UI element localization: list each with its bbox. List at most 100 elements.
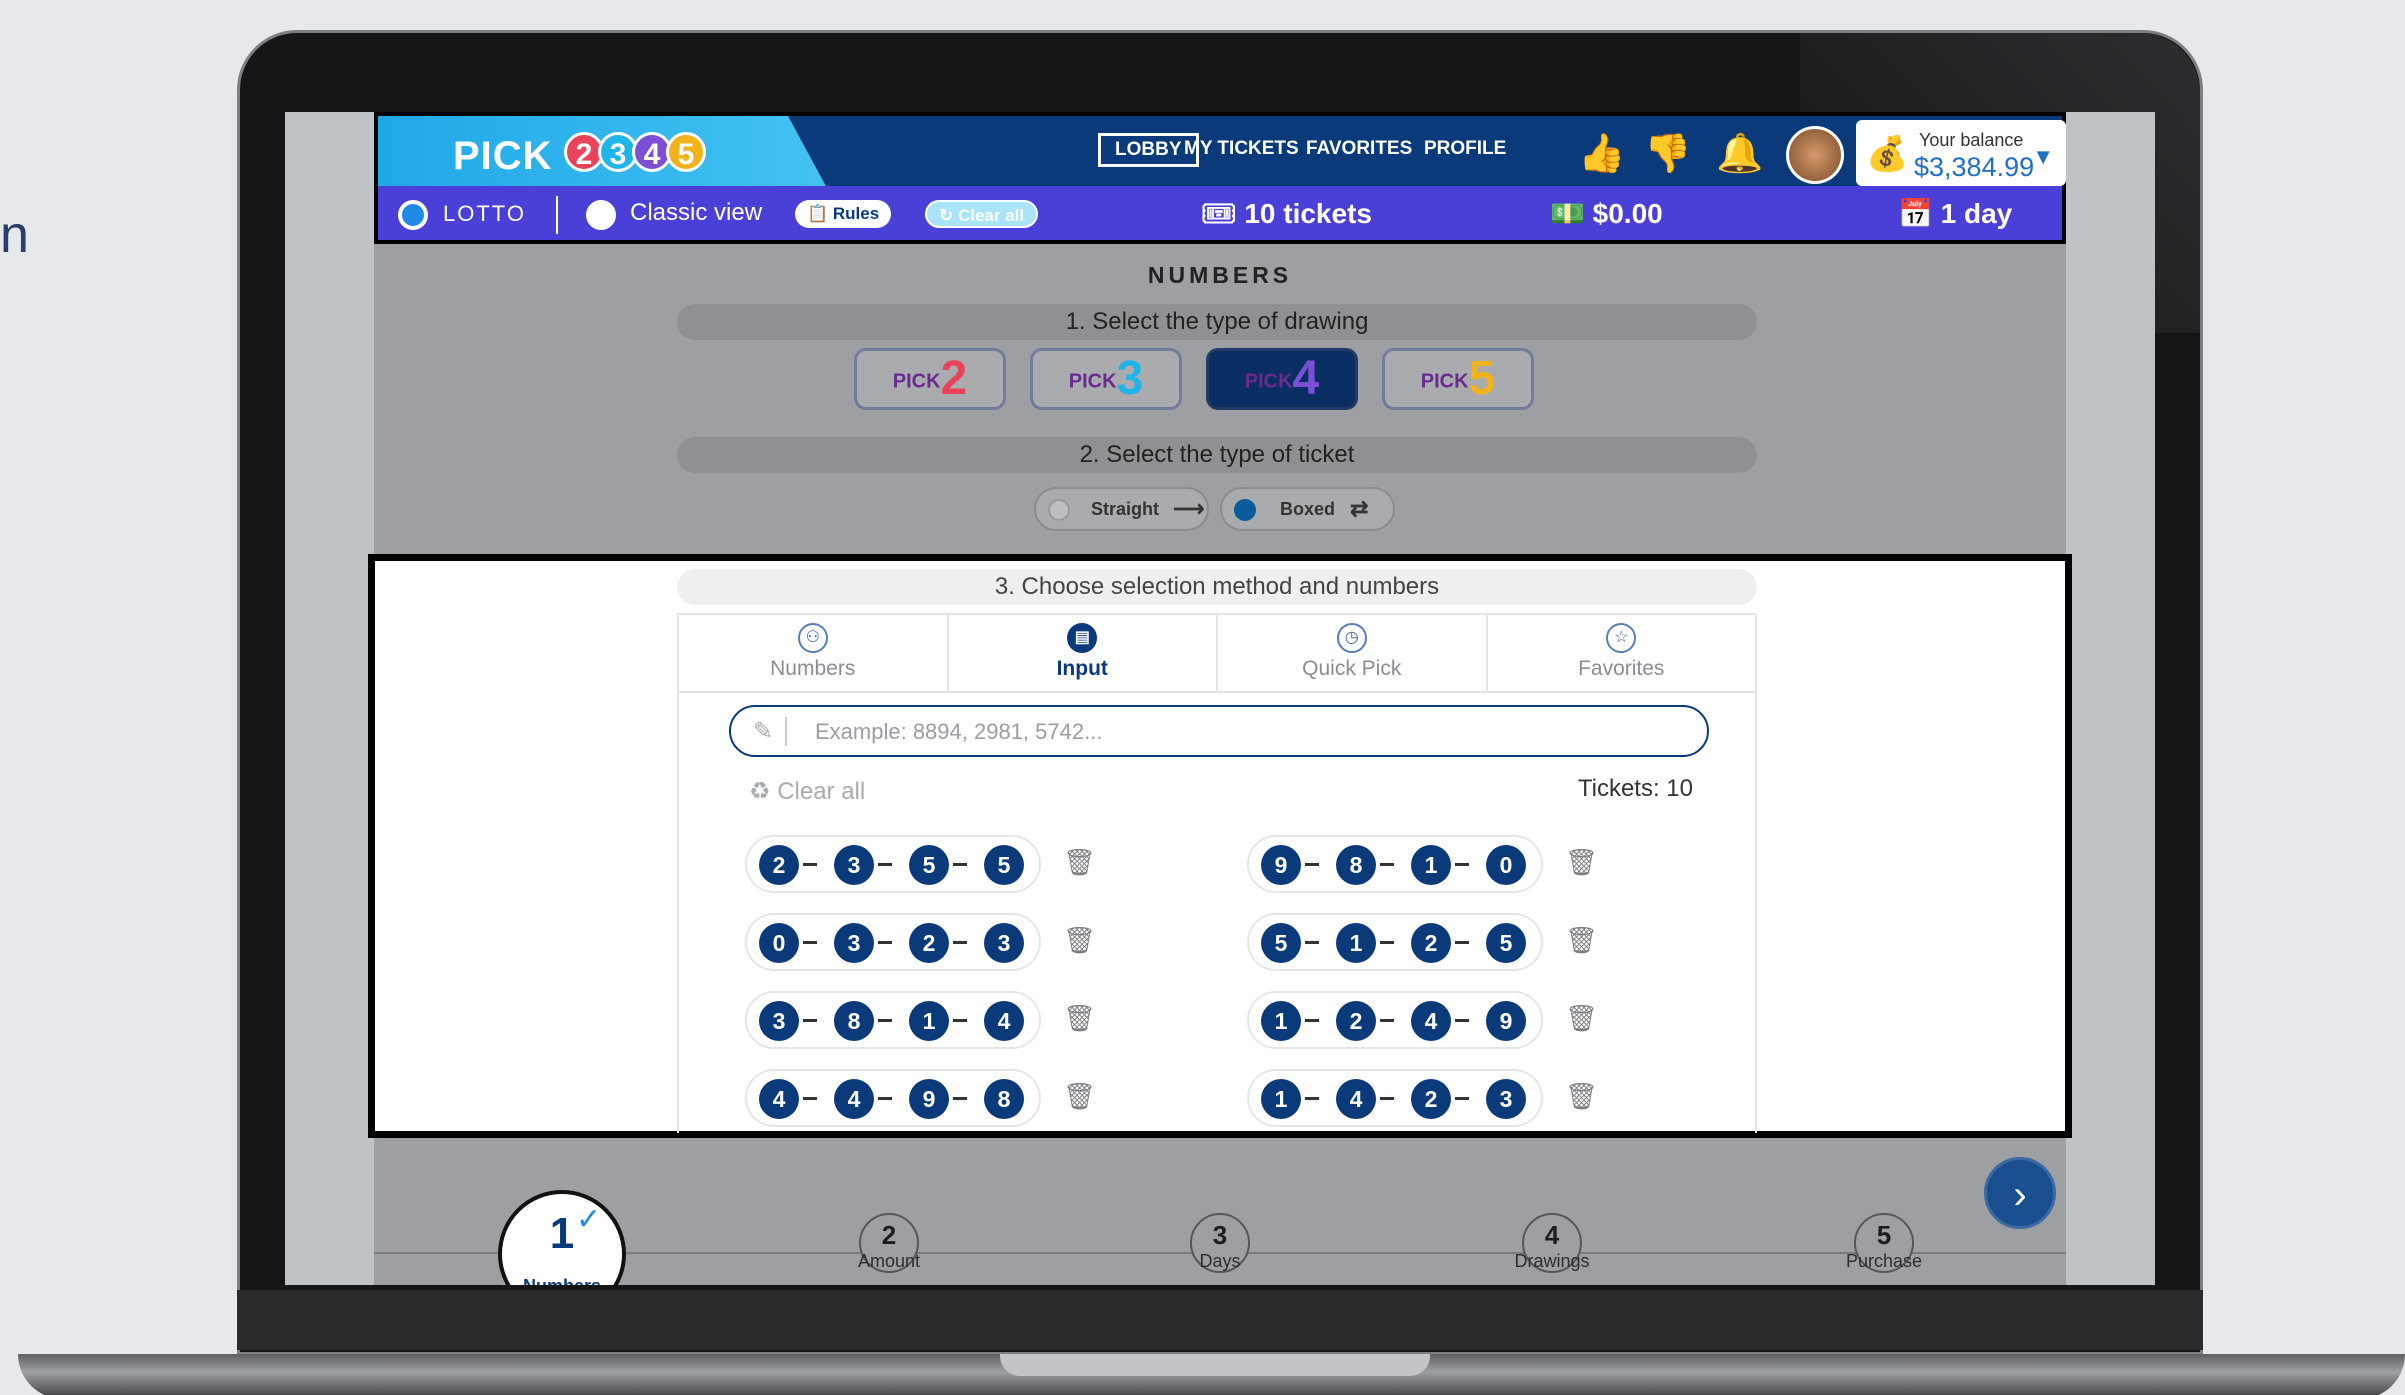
- wizard-step-label: Drawings: [1514, 1251, 1590, 1271]
- number-separator: [878, 1019, 892, 1022]
- bell-icon[interactable]: 🔔: [1716, 130, 1764, 178]
- trash-icon[interactable]: 🗑: [1063, 1003, 1096, 1034]
- lotto-label: LOTTO: [443, 201, 526, 226]
- rules-icon: 📋: [807, 204, 833, 223]
- ticket-row: 3814: [745, 991, 1041, 1049]
- tab-favorites[interactable]: ☆ Favorites: [1488, 615, 1756, 691]
- boxed-option[interactable]: Boxed ⇄: [1220, 487, 1395, 531]
- number-ball: 3: [759, 1001, 799, 1041]
- days-badge: 📅 1 day: [1898, 197, 2012, 230]
- number-separator: [803, 941, 817, 944]
- number-ball: 9: [1486, 1001, 1526, 1041]
- amount-text: $0.00: [1592, 198, 1663, 229]
- number-separator: [953, 941, 967, 944]
- lottery-app: PICK 2345 LOBBY MY TICKETS FAVORITES PRO…: [368, 112, 2072, 1285]
- number-ball: 3: [834, 923, 874, 963]
- trash-icon[interactable]: 🗑: [1063, 1081, 1096, 1112]
- number-ball: 1: [909, 1001, 949, 1041]
- straight-label: Straight: [1091, 499, 1160, 519]
- balance-dropdown[interactable]: 💰 Your balance $3,384.99 ▼: [1856, 120, 2066, 186]
- logo[interactable]: PICK 2345: [378, 116, 828, 190]
- number-separator: [803, 1019, 817, 1022]
- ticket-row: 9810: [1247, 835, 1543, 893]
- number-separator: [953, 1019, 967, 1022]
- number-ball: 2: [1411, 1079, 1451, 1119]
- number-separator: [1380, 863, 1394, 866]
- rules-button[interactable]: 📋 Rules: [795, 200, 892, 228]
- number-separator: [953, 863, 967, 866]
- numbers-input[interactable]: [815, 717, 1695, 747]
- number-ball: 0: [759, 923, 799, 963]
- tab-input[interactable]: ▤ Input: [948, 615, 1218, 691]
- nav-my-tickets[interactable]: MY TICKETS: [1184, 138, 1299, 160]
- avatar[interactable]: [1786, 126, 1844, 184]
- draw-type-pick-4[interactable]: PICK4: [1206, 348, 1358, 410]
- side-caption: n: [0, 206, 29, 264]
- number-separator: [1380, 1097, 1394, 1100]
- wizard-step-label: Amount: [857, 1251, 921, 1271]
- trash-icon[interactable]: 🗑: [1565, 925, 1598, 956]
- ticket-icon: 🎟: [1201, 198, 1245, 229]
- ticket-row: 1249: [1247, 991, 1543, 1049]
- input-icon: ▤: [1067, 623, 1098, 653]
- number-separator: [878, 941, 892, 944]
- trash-icon[interactable]: 🗑: [1565, 847, 1598, 878]
- wizard-step-drawings[interactable]: 4 Drawings: [1511, 1213, 1593, 1273]
- trash-icon[interactable]: 🗑: [1063, 925, 1096, 956]
- lotto-view-radio[interactable]: [398, 200, 428, 230]
- tab-quick-pick[interactable]: ◷ Quick Pick: [1218, 615, 1488, 691]
- chevron-right-icon: ›: [2013, 1173, 2027, 1217]
- numbers-input-wrapper: ✎: [729, 705, 1709, 757]
- days-text: 1 day: [1940, 198, 2013, 229]
- draw-type-pick-3[interactable]: PICK3: [1030, 348, 1182, 410]
- wizard-step-numbers[interactable]: 1Numbers ✓: [498, 1190, 626, 1285]
- screen-bg-right: [2066, 112, 2155, 1285]
- number-separator: [803, 863, 817, 866]
- number-separator: [953, 1097, 967, 1100]
- number-ball: 2: [909, 923, 949, 963]
- chevron-down-icon: ▼: [2032, 144, 2054, 169]
- draw-type-number: 4: [1292, 352, 1320, 405]
- boxed-radio: [1234, 499, 1256, 521]
- tab-numbers[interactable]: ⚇ Numbers: [679, 615, 949, 691]
- clear-all-button[interactable]: ♻ Clear all: [749, 777, 865, 806]
- number-separator: [1455, 941, 1469, 944]
- draw-type-pick-word: PICK: [1420, 370, 1469, 393]
- wizard-step-amount[interactable]: 2 Amount: [848, 1213, 930, 1273]
- wizard-step-label: Purchase: [1845, 1251, 1923, 1271]
- tickets-count-badge: 🎟 10 tickets: [1201, 197, 1372, 230]
- straight-option[interactable]: Straight ⟶: [1034, 487, 1209, 531]
- draw-type-pick-5[interactable]: PICK5: [1382, 348, 1534, 410]
- clock-icon: ↻: [939, 206, 958, 225]
- ticket-row: 1423: [1247, 1069, 1543, 1127]
- clear-all-pill[interactable]: ↻ Clear all: [925, 200, 1039, 228]
- next-step-button[interactable]: ›: [1984, 1157, 2056, 1229]
- nav-favorites[interactable]: FAVORITES: [1306, 138, 1412, 160]
- trash-icon[interactable]: 🗑: [1063, 847, 1096, 878]
- wizard-step-days[interactable]: 3 Days: [1179, 1213, 1261, 1273]
- number-ball: 1: [1261, 1079, 1301, 1119]
- classic-view-radio[interactable]: [586, 200, 616, 230]
- number-separator: [1380, 941, 1394, 944]
- draw-type-pick-word: PICK: [892, 370, 941, 393]
- screen-bg-left: [285, 112, 374, 1285]
- number-ball: 8: [984, 1079, 1024, 1119]
- number-separator: [803, 1097, 817, 1100]
- boxed-label: Boxed: [1280, 499, 1336, 519]
- ticket-row: 0323: [745, 913, 1041, 971]
- number-ball: 5: [1486, 923, 1526, 963]
- thumbs-down-icon[interactable]: 👎: [1644, 130, 1692, 178]
- arrow-right-icon: ⟶: [1173, 496, 1205, 521]
- nav-profile[interactable]: PROFILE: [1424, 138, 1506, 160]
- draw-type-number: 5: [1468, 352, 1496, 405]
- checkmark-icon: ✓: [576, 1203, 602, 1236]
- ticket-row: 5125: [1247, 913, 1543, 971]
- trash-icon[interactable]: 🗑: [1565, 1081, 1598, 1112]
- trash-icon[interactable]: 🗑: [1565, 1003, 1598, 1034]
- input-tab-body: ✎ ♻ Clear all Tickets: 10 2355🗑9810🗑0323…: [677, 693, 1757, 1133]
- wizard-step-purchase[interactable]: 5 Purchase: [1843, 1213, 1925, 1273]
- number-ball: 1: [1261, 1001, 1301, 1041]
- thumbs-up-icon[interactable]: 👍: [1578, 130, 1626, 178]
- balance-label: Your balance: [1919, 130, 2024, 150]
- draw-type-pick-2[interactable]: PICK2: [854, 348, 1006, 410]
